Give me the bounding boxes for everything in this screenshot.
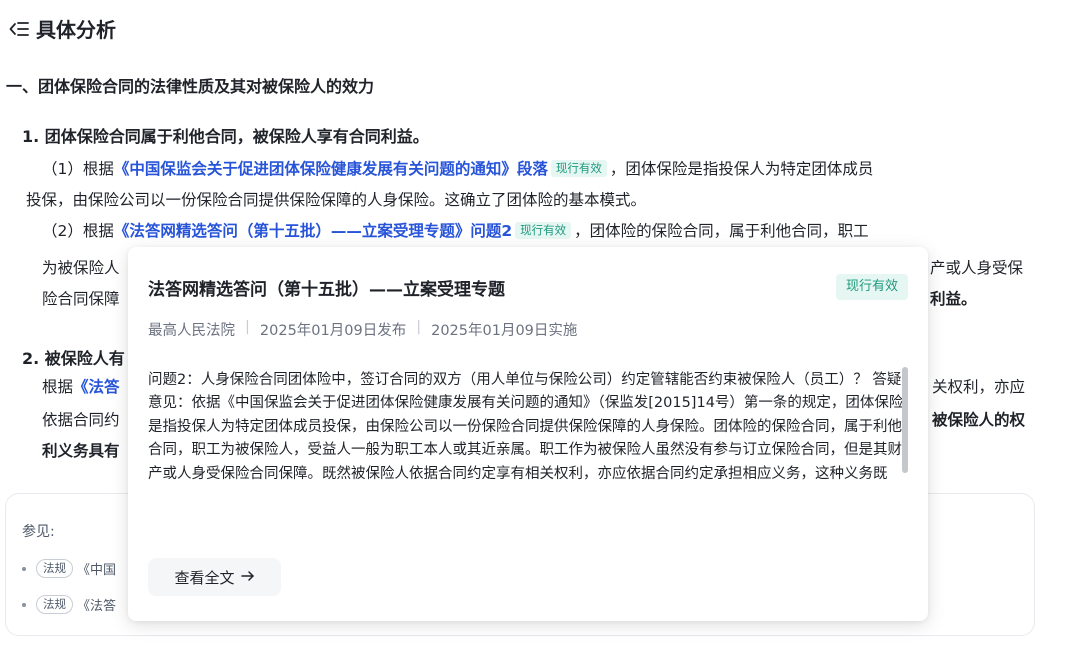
paragraph-2-line-1: （2）根据《法答网精选答问（第十五批）——立案受理专题》问题2 现行有效 ，团体险的… [42, 216, 1042, 247]
popup-issuer: 最高人民法院 [148, 323, 235, 339]
reference-item[interactable]: 法规 《法答 [22, 595, 116, 614]
citation-link-1[interactable]: 《中国保监会关于促进团体保险健康发展有关问题的通知》段落 [114, 160, 548, 178]
bullet-icon [22, 602, 26, 607]
popup-title: 法答网精选答问（第十五批）——立案受理专题 [148, 280, 505, 300]
section-heading: 一、团体保险合同的法律性质及其对被保险人的效力 [6, 77, 375, 96]
view-full-label: 查看全文 [174, 568, 235, 587]
meta-separator: | [416, 319, 422, 335]
paragraph-1: （1）根据《中国保监会关于促进团体保险健康发展有关问题的通知》段落 现行有效 ，团体… [26, 154, 1042, 216]
item-2-fragment: 关权利，亦应 [932, 378, 1026, 396]
item-2-fragment: 利义务具有 [42, 442, 120, 460]
reference-text[interactable]: 《中国 [77, 559, 116, 578]
view-full-button[interactable]: 查看全文 [148, 558, 281, 596]
paragraph-text: ，团体险的保险合同，属于利他合同，职工 [574, 222, 869, 240]
popup-effective-date: 2025年01月09日实施 [431, 323, 578, 339]
citation-link-3[interactable]: 《法答 [73, 378, 120, 396]
status-badge: 现行有效 [515, 222, 572, 239]
reference-item[interactable]: 法规 《中国 [22, 559, 116, 578]
popup-status-badge: 现行有效 [835, 274, 908, 300]
citation-link-2[interactable]: 《法答网精选答问（第十五批）——立案受理专题》问题2 [114, 222, 512, 240]
paragraph-prefix: （2）根据 [42, 222, 114, 240]
item-2-line-1: 根据《法答 [42, 372, 132, 403]
paragraph-1-line-1: （1）根据《中国保监会关于促进团体保险健康发展有关问题的通知》段落 现行有效 ，团体… [42, 154, 1042, 185]
paragraph-2-fragment: 利益。 [930, 290, 977, 308]
analysis-page: 具体分析 一、团体保险合同的法律性质及其对被保险人的效力 1. 团体保险合同属于… [0, 0, 1080, 650]
paragraph-2: （2）根据《法答网精选答问（第十五批）——立案受理专题》问题2 现行有效 ，团体险的… [42, 216, 1042, 247]
references-title: 参见: [22, 524, 55, 540]
paragraph-2-fragment: 险合同保障 [42, 290, 120, 308]
section-header: 具体分析 [8, 14, 116, 43]
status-badge: 现行有效 [550, 160, 607, 177]
paragraph-prefix: （1）根据 [42, 160, 114, 178]
section-title: 具体分析 [36, 18, 116, 42]
popup-published-date: 2025年01月09日发布 [259, 323, 407, 339]
item-heading-1: 1. 团体保险合同属于利他合同，被保险人享有合同利益。 [22, 127, 429, 146]
popup-meta: 最高人民法院 | 2025年01月09日发布 | 2025年01月09日实施 [148, 319, 577, 340]
bullet-icon [22, 566, 26, 571]
paragraph-prefix: 根据 [42, 378, 74, 396]
citation-popup: 法答网精选答问（第十五批）——立案受理专题 现行有效 最高人民法院 | 2025… [128, 247, 928, 621]
popup-scrollbar[interactable] [902, 367, 908, 473]
arrow-right-icon [240, 568, 255, 586]
item-2-fragment: 被保险人的权 [932, 411, 1026, 429]
reference-tag: 法规 [36, 559, 73, 578]
reference-tag: 法规 [36, 595, 73, 614]
paragraph-2-fragment: 产或人身受保 [930, 259, 1024, 277]
paragraph-2-fragment: 为被保险人 [42, 259, 120, 277]
meta-separator: | [245, 319, 250, 335]
popup-body-text[interactable]: 问题2：人身保险合同团体险中，签订合同的双方（用人单位与保险公司）约定管辖能否约… [148, 369, 906, 529]
paragraph-text: ，团体保险是指投保人为特定团体成员 [609, 160, 874, 178]
collapse-list-icon[interactable] [8, 18, 30, 40]
item-heading-2: 2. 被保险人有 [22, 349, 125, 368]
reference-text[interactable]: 《法答 [77, 595, 116, 614]
paragraph-1-line-2: 投保，由保险公司以一份保险合同提供保险保障的人身保险。这确立了团体险的基本模式。 [26, 191, 647, 209]
item-2-fragment: 依据合同约 [42, 411, 120, 429]
